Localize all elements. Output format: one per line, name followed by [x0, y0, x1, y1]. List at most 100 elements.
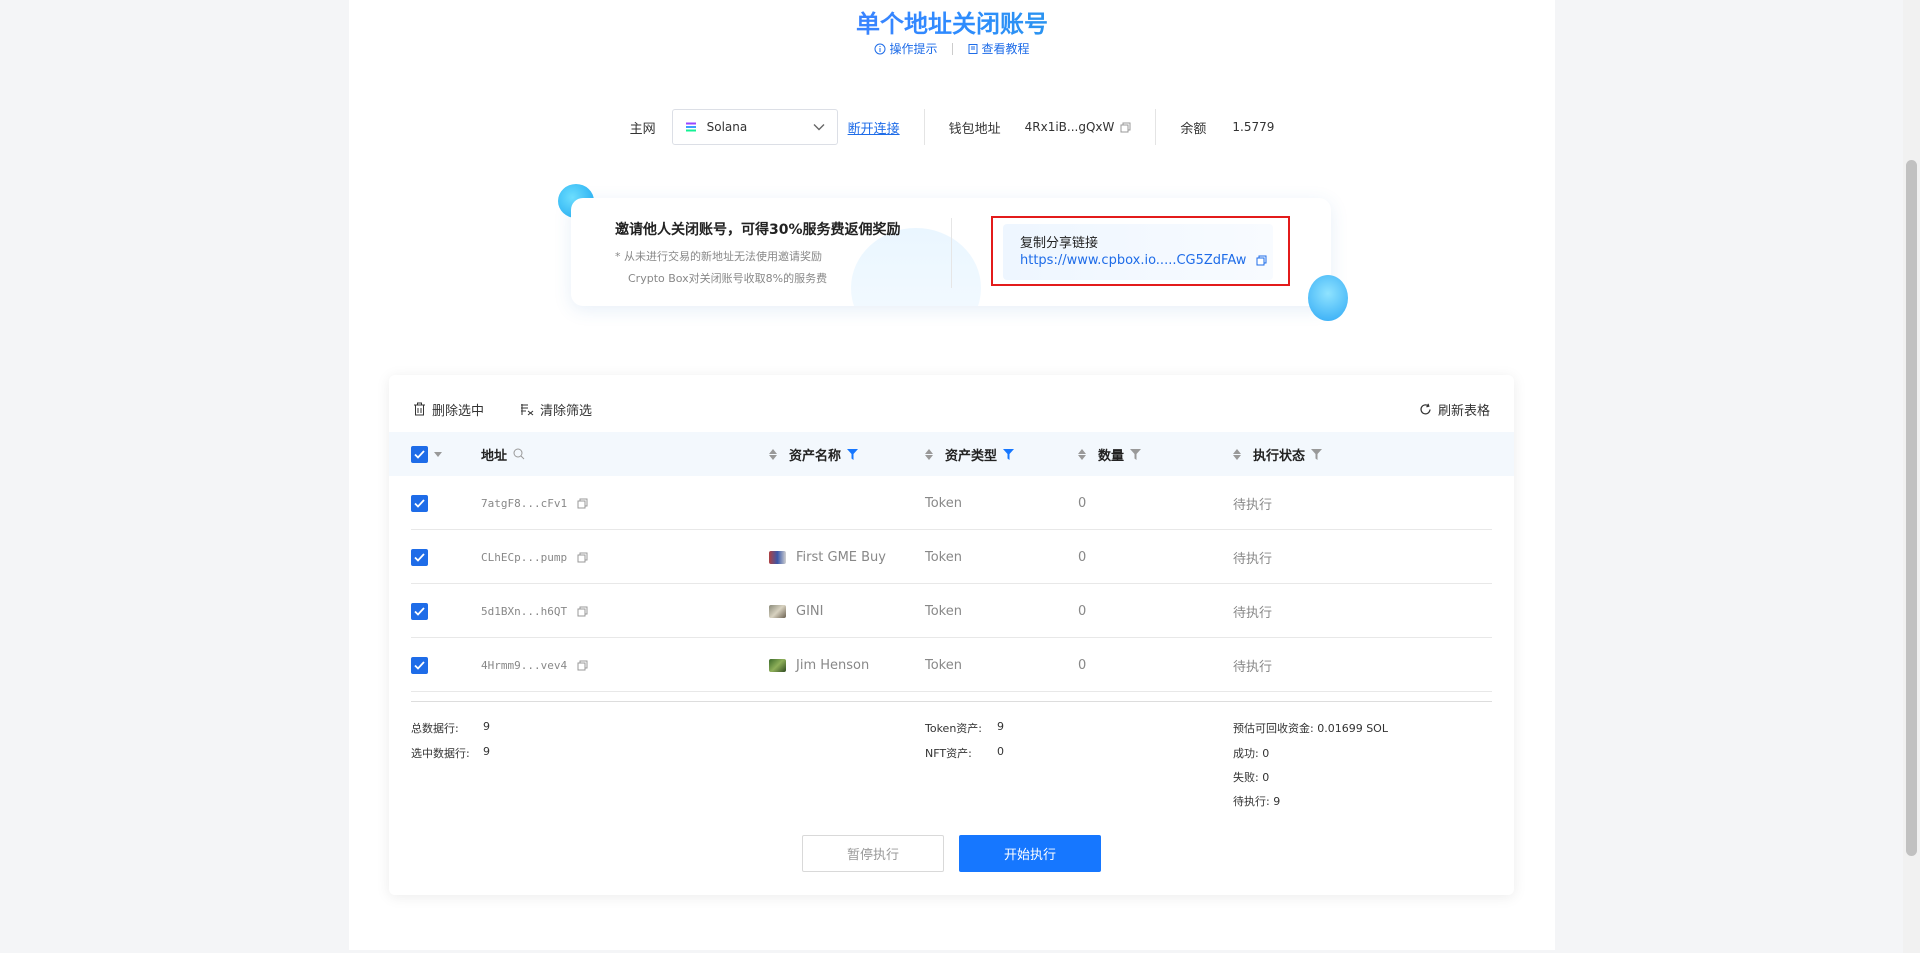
vertical-scrollbar[interactable]	[1903, 0, 1920, 953]
column-header-status[interactable]: 执行状态	[1233, 432, 1323, 476]
copy-icon[interactable]	[1120, 122, 1131, 133]
table-row[interactable]: 7atgF8...cFv1 Token 0 待执行	[389, 476, 1514, 530]
filter-icon[interactable]	[1130, 448, 1142, 460]
status-cell: 待执行	[1233, 497, 1273, 513]
address-cell: 4Hrmm9...vev4	[481, 638, 588, 692]
book-icon	[968, 43, 977, 54]
stat-success: 成功: 0	[1233, 747, 1270, 760]
amount-cell: 0	[1078, 603, 1087, 619]
column-header-amount[interactable]: 数量	[1078, 432, 1142, 476]
separator	[1155, 109, 1157, 145]
amount-cell: 0	[1078, 549, 1087, 565]
asset-type-cell: Token	[925, 549, 962, 565]
row-divider	[411, 691, 1492, 692]
clear-filter-button[interactable]: 清除筛选	[520, 400, 592, 419]
token-image-icon	[769, 604, 786, 618]
view-tutorial-link[interactable]: 查看教程	[967, 40, 1030, 57]
sort-icon[interactable]	[1233, 448, 1241, 460]
status-cell: 待执行	[1233, 659, 1273, 675]
caret-down-icon[interactable]	[434, 451, 442, 457]
network-label: 主网	[629, 121, 656, 137]
column-header-asset-name[interactable]: 资产名称	[769, 432, 859, 476]
row-checkbox[interactable]	[411, 476, 428, 530]
table-toolbar: 删除选中 清除筛选 刷新表格	[413, 399, 1490, 419]
check-icon	[414, 498, 425, 508]
filter-icon[interactable]	[847, 448, 859, 460]
asset-name-cell: Jim Henson	[769, 638, 869, 692]
table-row[interactable]: CLhECp...pump First GME Buy Token 0 待执行	[389, 530, 1514, 584]
stat-token-assets: Token资产: 9	[925, 720, 1004, 735]
row-checkbox[interactable]	[411, 638, 428, 692]
asset-type-cell: Token	[925, 603, 962, 619]
operation-tips-link[interactable]: 操作提示	[874, 40, 938, 57]
chevron-down-icon	[813, 124, 825, 131]
stat-pending: 待执行: 9	[1233, 795, 1281, 808]
amount-cell: 0	[1078, 657, 1087, 673]
select-all-checkbox[interactable]	[411, 432, 442, 476]
refresh-table-button[interactable]: 刷新表格	[1419, 400, 1490, 419]
separator	[923, 109, 925, 145]
status-cell: 待执行	[1233, 605, 1273, 621]
amount-cell: 0	[1078, 495, 1087, 511]
scrollbar-thumb[interactable]	[1906, 160, 1917, 856]
check-icon	[414, 606, 425, 616]
invite-note: Crypto Box对关闭账号收取8%的服务费	[628, 272, 828, 285]
stat-total-rows: 总数据行: 9	[411, 720, 490, 735]
sort-icon[interactable]	[1078, 448, 1086, 460]
address-cell: CLhECp...pump	[481, 530, 588, 584]
sub-links: 操作提示 查看教程	[349, 40, 1555, 57]
summary-divider	[411, 701, 1492, 702]
decorative-bubble	[1308, 275, 1348, 321]
row-checkbox[interactable]	[411, 584, 428, 638]
check-icon	[414, 449, 425, 459]
disconnect-link[interactable]: 断开连接	[848, 118, 900, 137]
column-header-asset-type[interactable]: 资产类型	[925, 432, 1015, 476]
start-execution-button[interactable]: 开始执行	[959, 835, 1101, 872]
asset-type-cell: Token	[925, 495, 962, 511]
status-cell: 待执行	[1233, 551, 1273, 567]
wallet-address: 4Rx1iB...gQxW	[1025, 120, 1132, 134]
refresh-icon	[1420, 403, 1431, 414]
highlight-box	[991, 216, 1290, 286]
network-bar: 主网 Solana 断开连接 钱包地址 4Rx1iB...gQxW 余额 1.5…	[349, 109, 1555, 145]
network-select[interactable]: Solana	[671, 109, 838, 145]
stat-fail: 失败: 0	[1233, 771, 1270, 784]
table-row[interactable]: 5d1BXn...h6QT GINI Token 0 待执行	[389, 584, 1514, 638]
separator	[951, 218, 952, 288]
filter-icon[interactable]	[1311, 448, 1323, 460]
clear-filter-icon	[521, 403, 534, 415]
network-selected-value: Solana	[706, 120, 748, 134]
wallet-label: 钱包地址	[948, 121, 1001, 137]
table-row[interactable]: 4Hrmm9...vev4 Jim Henson Token 0 待执行	[389, 638, 1514, 692]
address-cell: 5d1BXn...h6QT	[481, 584, 588, 638]
address-cell: 7atgF8...cFv1	[481, 476, 588, 530]
stat-nft-assets: NFT资产: 0	[925, 745, 1004, 760]
sort-icon[interactable]	[925, 448, 933, 460]
copy-icon[interactable]	[577, 552, 588, 563]
sort-icon[interactable]	[769, 448, 777, 460]
table-header: 地址 资产名称 资产类型 数量 执行状态	[389, 432, 1514, 476]
asset-name-cell: First GME Buy	[769, 530, 886, 584]
asset-table-card: 删除选中 清除筛选 刷新表格 地址 资产名称 资产类型 数量 执行状态 7atg…	[389, 375, 1514, 895]
copy-icon[interactable]	[577, 498, 588, 509]
copy-icon[interactable]	[577, 660, 588, 671]
token-image-icon	[769, 550, 786, 564]
invite-note: * 从未进行交易的新地址无法使用邀请奖励	[615, 250, 822, 263]
filter-icon[interactable]	[1003, 448, 1015, 460]
stat-recoverable-funds: 预估可回收资金: 0.01699 SOL	[1233, 722, 1388, 735]
trash-icon	[414, 402, 425, 416]
asset-type-cell: Token	[925, 657, 962, 673]
delete-selected-button[interactable]: 删除选中	[413, 400, 484, 419]
search-icon[interactable]	[513, 448, 525, 460]
link-separator	[951, 42, 953, 55]
pause-execution-button[interactable]: 暂停执行	[802, 835, 944, 872]
page-title: 单个地址关闭账号	[349, 4, 1555, 39]
stat-selected-rows: 选中数据行: 9	[411, 745, 490, 760]
row-checkbox[interactable]	[411, 530, 428, 584]
asset-name-cell: GINI	[769, 584, 823, 638]
copy-icon[interactable]	[577, 606, 588, 617]
info-icon	[874, 43, 886, 54]
invite-title: 邀请他人关闭账号，可得30%服务费返佣奖励	[615, 222, 901, 238]
column-header-address: 地址	[481, 432, 525, 476]
check-icon	[414, 660, 425, 670]
